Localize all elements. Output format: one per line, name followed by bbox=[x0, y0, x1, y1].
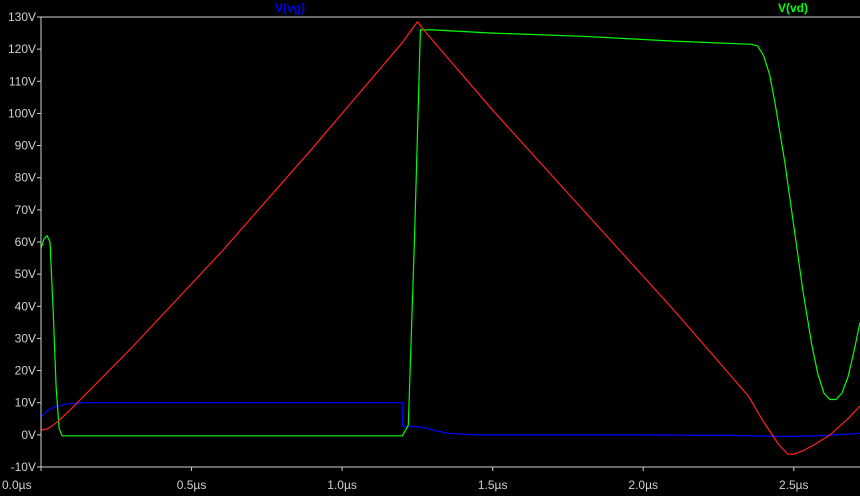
x-tick-label: 1.5µs bbox=[478, 478, 508, 492]
y-tick-label: 20V bbox=[15, 364, 36, 378]
waveform-traces bbox=[40, 21, 860, 455]
legend-label: V(vd) bbox=[778, 1, 808, 15]
plot-frame bbox=[40, 16, 860, 468]
y-tick-label: 120V bbox=[8, 42, 36, 56]
y-tick-label: 70V bbox=[15, 203, 36, 217]
y-tick-label: 10V bbox=[15, 396, 36, 410]
legend: V(vg) V(vd) bbox=[275, 1, 808, 15]
trace-unlabeled-2 bbox=[40, 21, 860, 455]
x-tick-label: 0.0µs bbox=[2, 478, 32, 492]
y-tick-label: -10V bbox=[11, 460, 36, 474]
trace-v-vg bbox=[40, 402, 860, 438]
waveform-plot: -10V 0V 10V 20V 30V 40V 50V 60V 70V 80V 90V 100V 110… bbox=[2, 1, 860, 492]
x-tick-label: 0.5µs bbox=[177, 478, 207, 492]
y-axis: -10V 0V 10V 20V 30V 40V 50V 60V 70V 80V 90V 100V 110… bbox=[8, 10, 41, 474]
x-tick-label: 2.0µs bbox=[628, 478, 658, 492]
y-tick-label: 90V bbox=[15, 139, 36, 153]
x-tick-label: 2.5µs bbox=[779, 478, 809, 492]
x-axis: 0.0µs 0.5µs 1.0µs 1.5µs 2.0µs 2.5µs bbox=[2, 467, 809, 492]
y-tick-label: 0V bbox=[21, 428, 36, 442]
x-tick-label: 1.0µs bbox=[327, 478, 357, 492]
trace-v-vd bbox=[40, 29, 860, 437]
y-tick-label: 110V bbox=[9, 74, 36, 88]
y-tick-label: 80V bbox=[15, 171, 36, 185]
y-tick-label: 100V bbox=[8, 106, 36, 120]
legend-label: V(vg) bbox=[275, 1, 305, 15]
y-tick-label: 130V bbox=[8, 10, 36, 24]
y-tick-label: 60V bbox=[15, 235, 36, 249]
y-tick-label: 50V bbox=[15, 267, 36, 281]
y-tick-label: 30V bbox=[15, 331, 36, 345]
y-tick-label: 40V bbox=[15, 299, 36, 313]
